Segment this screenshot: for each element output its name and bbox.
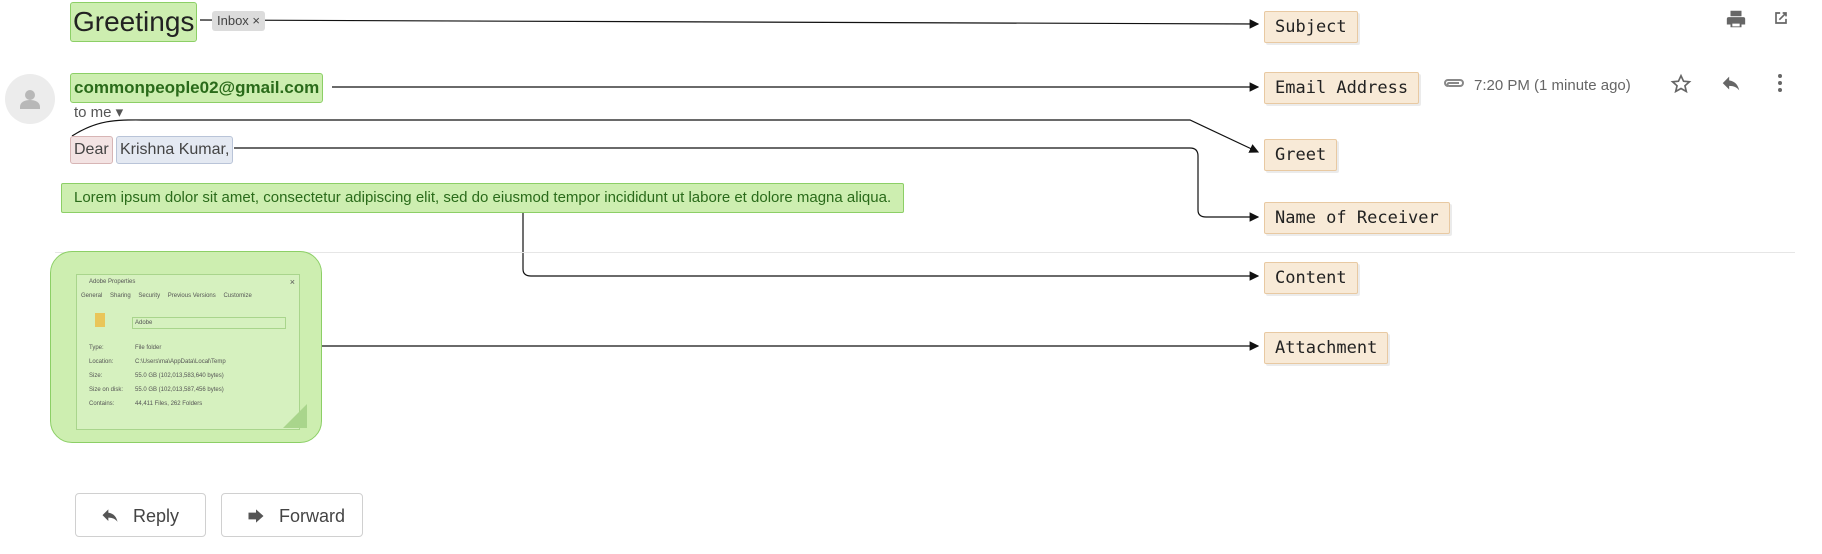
open-in-new-icon[interactable] [1767,8,1795,36]
email-timestamp: 7:20 PM (1 minute ago) [1474,77,1631,94]
attachment-thumbnail[interactable]: Adobe Properties × General Sharing Secur… [50,251,322,443]
inbox-label-chip[interactable]: Inbox × [212,11,266,31]
reply-button-label: Reply [133,506,180,526]
star-icon[interactable] [1667,73,1695,101]
attachment-preview-row: Size on disk: 55.0 GB (102,013,587,456 by… [89,387,224,393]
sender-email-address[interactable]: commonpeople02@gmail.com [70,73,324,103]
folder-icon [95,313,105,327]
content-leader-line [522,212,1260,281]
annotation-content: Content [1264,262,1358,294]
attachment-preview-title: Adobe Properties [89,279,136,285]
attachment-tab: General [81,293,103,299]
reply-icon[interactable] [1717,73,1745,101]
attachment-tab: Customize [223,293,252,299]
attachment-preview-row: Type: File folder [89,345,162,351]
forward-icon [246,494,266,554]
forward-button[interactable]: Forward [221,493,363,537]
reply-button[interactable]: Reply [75,493,206,537]
attachment-tab: Sharing [110,293,131,299]
divider [55,252,1795,253]
annotation-greet: Greet [1264,139,1338,171]
avatar [5,74,55,124]
page-fold-icon [283,404,307,428]
close-icon: × [289,277,295,287]
paperclip-icon [1443,76,1467,95]
attachment-preview-row: Contains: 44,411 Files, 262 Folders [89,401,203,407]
email-body-content: Lorem ipsum dolor sit amet, consectetur … [61,183,905,213]
email-subject: Greetings [70,2,198,42]
subject-leader-line [199,19,1260,29]
attachment-preview-window: Adobe Properties × General Sharing Secur… [76,274,300,430]
attachment-tab: Previous Versions [167,293,216,299]
avatar-icon [20,90,40,109]
annotation-attachment: Attachment [1264,332,1389,364]
annotation-subject: Subject [1264,11,1358,43]
print-icon[interactable] [1722,8,1750,36]
attachment-preview-tabs: General Sharing Security Previous Versio… [81,293,258,299]
attachment-tab: Security [138,293,161,299]
recipient-dropdown[interactable]: to me ▾ [74,103,123,121]
annotation-email-address: Email Address [1264,72,1420,104]
greet-leader-line [71,119,1260,153]
attachment-preview-name: Adobe [132,317,286,329]
attachment-preview-row: Location: C:\Users\ma\AppData\Local\Temp [89,359,226,365]
receiver-name: Krishna Kumar, [116,136,234,164]
attachment-preview-row: Size: 55.0 GB (102,013,583,640 bytes) [89,373,224,379]
greeting-word: Dear [70,136,113,164]
annotation-name-of-receiver: Name of Receiver [1264,202,1450,234]
more-vert-icon[interactable] [1766,73,1794,101]
reply-icon [100,494,120,554]
forward-button-label: Forward [279,506,346,526]
